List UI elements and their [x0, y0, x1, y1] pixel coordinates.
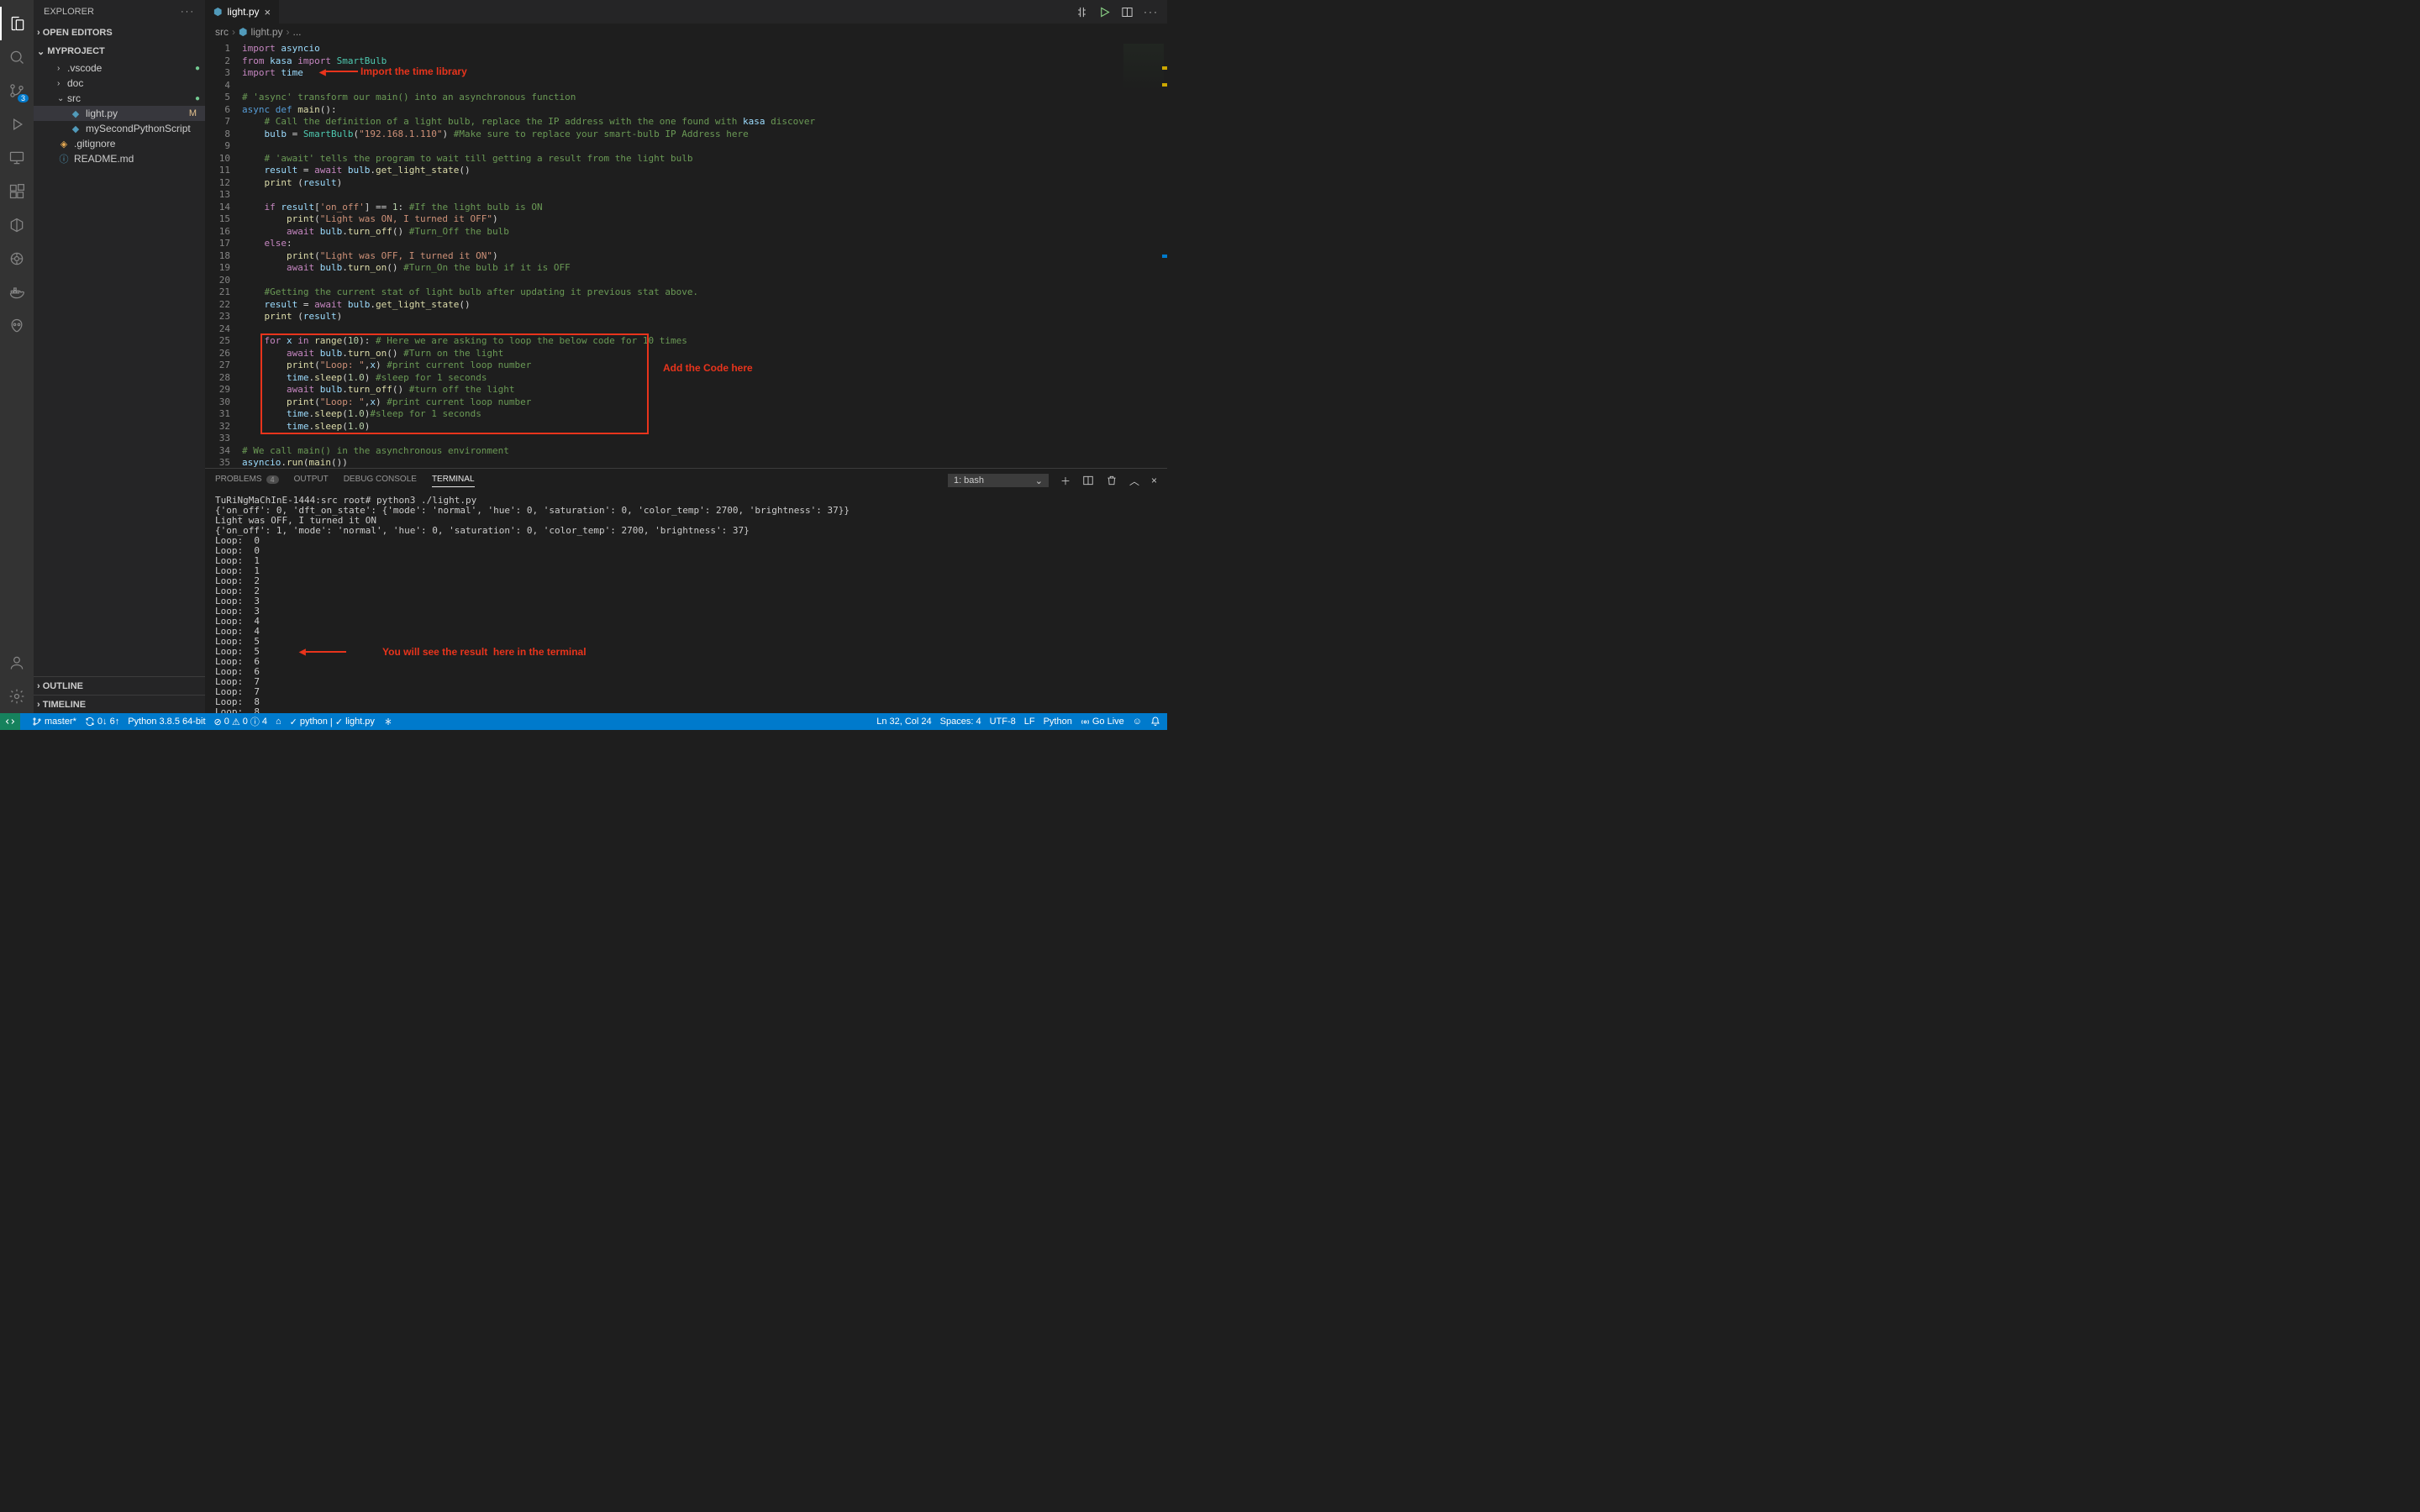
language-mode[interactable]: Python	[1044, 717, 1072, 727]
source-control-icon[interactable]: 3	[0, 74, 34, 108]
editor-body[interactable]: 1234567891011121314151617181920212223242…	[205, 40, 1167, 468]
tab-bar: ⬢ light.py × ···	[205, 0, 1167, 24]
run-file-icon[interactable]	[1098, 6, 1111, 18]
git-sync[interactable]: 0↓ 6↑	[85, 717, 119, 727]
notifications-icon[interactable]	[1150, 717, 1160, 727]
file-README-md[interactable]: ⓘREADME.md	[34, 151, 205, 166]
tab-light-py[interactable]: ⬢ light.py ×	[205, 0, 280, 24]
linter-status[interactable]: ✓python | ✓light.py	[290, 717, 375, 727]
file--gitignore[interactable]: ◈.gitignore	[34, 136, 205, 151]
timeline-section[interactable]: › TIMELINE	[34, 695, 205, 713]
settings-gear-icon[interactable]	[0, 680, 34, 713]
close-tab-icon[interactable]: ×	[265, 6, 271, 18]
kill-terminal-icon[interactable]	[1106, 475, 1118, 486]
extensions-icon[interactable]	[0, 175, 34, 208]
alien-icon[interactable]	[0, 309, 34, 343]
sidebar: EXPLORER ··· › OPEN EDITORS ⌄ MYPROJECT …	[34, 0, 205, 713]
status-bar: master* 0↓ 6↑ Python 3.8.5 64-bit ⊘0 ⚠0 …	[0, 713, 1167, 730]
search-icon[interactable]	[0, 40, 34, 74]
remote-explorer-icon[interactable]	[0, 141, 34, 175]
project-section[interactable]: ⌄ MYPROJECT	[34, 42, 205, 60]
terminal-select[interactable]: 1: bash	[948, 474, 1049, 487]
outline-section[interactable]: › OUTLINE	[34, 676, 205, 695]
python-file-icon: ⬢	[213, 6, 222, 18]
indentation[interactable]: Spaces: 4	[940, 717, 981, 727]
line-gutter: 1234567891011121314151617181920212223242…	[205, 40, 242, 468]
close-panel-icon[interactable]: ×	[1151, 475, 1157, 486]
overview-ruler	[1159, 40, 1167, 468]
split-terminal-icon[interactable]	[1082, 475, 1094, 486]
bottom-panel: PROBLEMS 4 OUTPUT DEBUG CONSOLE TERMINAL…	[205, 468, 1167, 713]
scm-badge: 3	[18, 94, 29, 102]
editor-area: ⬢ light.py × ··· src › ⬢ light.py ›	[205, 0, 1167, 713]
docker-icon[interactable]	[0, 276, 34, 309]
explorer-icon[interactable]	[0, 7, 34, 40]
tab-label: light.py	[227, 6, 259, 18]
git-branch[interactable]: master*	[32, 717, 76, 727]
problems-status[interactable]: ⊘0 ⚠0 ⓘ4	[214, 715, 267, 728]
file-light-py[interactable]: ◆light.pyM	[34, 106, 205, 121]
live-share-icon[interactable]	[383, 717, 393, 727]
panel-tab-problems[interactable]: PROBLEMS 4	[215, 475, 279, 487]
compare-changes-icon[interactable]	[1076, 6, 1088, 18]
panel-tab-terminal[interactable]: TERMINAL	[432, 475, 475, 487]
maximize-panel-icon[interactable]: ︿	[1129, 474, 1139, 488]
more-icon[interactable]: ···	[181, 7, 195, 17]
eol[interactable]: LF	[1024, 717, 1035, 727]
panel-tab-debug[interactable]: DEBUG CONSOLE	[344, 475, 417, 487]
file-tree: ›.vscode●›doc⌄src●◆light.pyM◆mySecondPyt…	[34, 60, 205, 676]
activity-bar: 3	[0, 0, 34, 713]
sidebar-title: EXPLORER	[44, 7, 94, 17]
breadcrumbs[interactable]: src › ⬢ light.py › ...	[205, 24, 1167, 40]
encoding[interactable]: UTF-8	[990, 717, 1016, 727]
accounts-icon[interactable]	[0, 646, 34, 680]
sidebar-header: EXPLORER ···	[34, 0, 205, 24]
database-icon[interactable]	[0, 242, 34, 276]
folder-src[interactable]: ⌄src●	[34, 91, 205, 106]
new-terminal-icon[interactable]: ＋	[1060, 474, 1071, 488]
remote-indicator[interactable]	[0, 713, 20, 730]
python-interpreter[interactable]: Python 3.8.5 64-bit	[128, 717, 205, 727]
panel-tab-output[interactable]: OUTPUT	[294, 475, 329, 487]
ports-status[interactable]: ⌂	[276, 717, 281, 727]
open-editors-section[interactable]: › OPEN EDITORS	[34, 24, 205, 42]
code-content[interactable]: import asynciofrom kasa import SmartBulb…	[242, 40, 1167, 468]
testing-icon[interactable]	[0, 208, 34, 242]
split-editor-icon[interactable]	[1121, 6, 1134, 18]
more-actions-icon[interactable]: ···	[1144, 6, 1159, 18]
cursor-position[interactable]: Ln 32, Col 24	[876, 717, 931, 727]
terminal-output[interactable]: TuRiNgMaChInE-1444:src root# python3 ./l…	[205, 492, 1167, 713]
go-live[interactable]: Go Live	[1081, 717, 1124, 727]
folder-doc[interactable]: ›doc	[34, 76, 205, 91]
feedback-icon[interactable]: ☺	[1133, 717, 1142, 727]
run-debug-icon[interactable]	[0, 108, 34, 141]
file-mySecondPythonScript[interactable]: ◆mySecondPythonScript	[34, 121, 205, 136]
folder--vscode[interactable]: ›.vscode●	[34, 60, 205, 76]
